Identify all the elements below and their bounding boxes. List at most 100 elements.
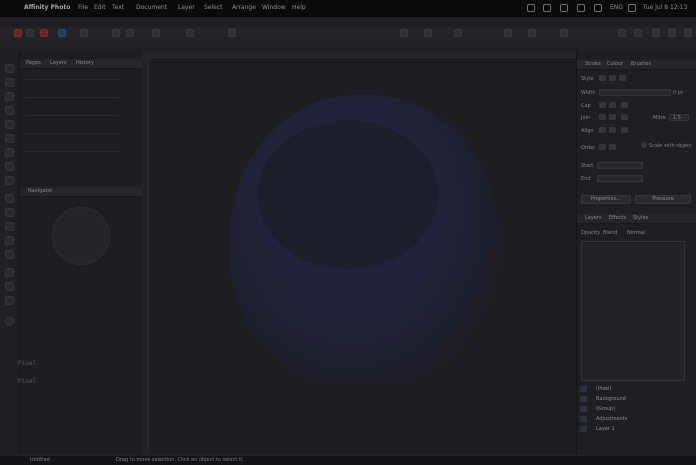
tab-layers[interactable]: Layers <box>50 60 67 66</box>
menu-clock[interactable]: Tue Jul 8 12:13 <box>643 4 687 11</box>
shape-tool-icon[interactable] <box>5 236 14 245</box>
text-tool-icon[interactable] <box>5 250 14 259</box>
toolbar-button-7[interactable] <box>424 29 432 37</box>
view-tool-icon[interactable] <box>5 78 14 87</box>
status-icon-b[interactable] <box>543 4 551 12</box>
stroke-none-icon[interactable] <box>599 75 606 81</box>
toolbar-button-5[interactable] <box>228 29 236 37</box>
tab-stroke[interactable]: Stroke <box>585 61 601 67</box>
toolbar-button-12[interactable] <box>618 29 626 37</box>
start-arrow-select[interactable] <box>597 162 643 169</box>
control-center-icon[interactable] <box>628 4 636 12</box>
status-icon-a[interactable] <box>527 4 535 12</box>
toolbar-button-3[interactable] <box>152 29 160 37</box>
join-bevel-icon[interactable] <box>621 114 628 120</box>
layer-row[interactable]: Background <box>580 396 680 403</box>
menu-help[interactable]: Help <box>292 4 306 11</box>
scale-with-object-checkbox[interactable] <box>641 142 647 148</box>
toolbar-button-10[interactable] <box>528 29 536 37</box>
wifi-icon[interactable] <box>594 4 602 12</box>
toolbar-button-13[interactable] <box>634 29 642 37</box>
menu-select[interactable]: Select <box>204 4 223 11</box>
persona-develop-button[interactable] <box>40 29 48 37</box>
layer-name: Background <box>596 396 626 402</box>
persona-export-button[interactable] <box>80 29 88 37</box>
status-document[interactable]: Untitled <box>30 457 50 463</box>
cap-butt-icon[interactable] <box>599 102 606 108</box>
tab-styles[interactable]: Styles <box>633 215 648 221</box>
toolbar-button-14[interactable] <box>652 29 660 37</box>
menu-document[interactable]: Document <box>136 4 167 11</box>
toolbar-button-8[interactable] <box>454 29 462 37</box>
align-inside-icon[interactable] <box>599 127 606 133</box>
dodge-tool-icon[interactable] <box>5 148 14 157</box>
menu-layer[interactable]: Layer <box>178 4 195 11</box>
toolbar-button-15[interactable] <box>668 29 676 37</box>
join-mitre-icon[interactable] <box>599 114 606 120</box>
layer-row[interactable]: Adjustments <box>580 416 680 423</box>
healing-tool-icon[interactable] <box>5 176 14 185</box>
toolbar-button-2[interactable] <box>126 29 134 37</box>
selection-brush-icon[interactable] <box>5 106 14 115</box>
toolbar-button-4[interactable] <box>186 29 194 37</box>
flood-select-icon[interactable] <box>5 120 14 129</box>
toolbar-button-6[interactable] <box>400 29 408 37</box>
pressure-button[interactable]: Pressure <box>635 195 691 204</box>
stroke-solid-icon[interactable] <box>609 75 616 81</box>
crop-tool-icon[interactable] <box>5 92 14 101</box>
pen-tool-icon[interactable] <box>5 222 14 231</box>
tab-pages[interactable]: Pages <box>26 60 41 66</box>
eyedropper-tool-icon[interactable] <box>5 296 14 305</box>
fill-tool-icon[interactable] <box>5 194 14 203</box>
persona-tone-button[interactable] <box>58 29 66 37</box>
status-hint: Drag to move selection. Click an object … <box>116 457 244 463</box>
order-back-icon[interactable] <box>609 144 616 150</box>
width-slider[interactable] <box>599 89 671 96</box>
paint-brush-icon[interactable] <box>5 134 14 143</box>
toolbar-button-11[interactable] <box>560 29 568 37</box>
align-center-icon[interactable] <box>609 127 616 133</box>
cap-square-icon[interactable] <box>621 102 628 108</box>
tab-layers-right[interactable]: Layers <box>585 215 602 221</box>
order-front-icon[interactable] <box>599 144 606 150</box>
tab-effects[interactable]: Effects <box>609 215 626 221</box>
cap-round-icon[interactable] <box>609 102 616 108</box>
input-source[interactable]: ENG <box>610 4 623 11</box>
end-arrow-select[interactable] <box>597 175 643 182</box>
gradient-tool-icon[interactable] <box>5 208 14 217</box>
move-tool-icon[interactable] <box>5 64 14 73</box>
clone-tool-icon[interactable] <box>5 162 14 171</box>
menu-edit[interactable]: Edit <box>94 4 106 11</box>
navigator-preview[interactable] <box>52 207 110 265</box>
zoom-tool-icon[interactable] <box>5 268 14 277</box>
layers-list[interactable] <box>581 241 685 381</box>
status-icon-c[interactable] <box>560 4 568 12</box>
persona-photo-button[interactable] <box>14 29 22 37</box>
menu-arrange[interactable]: Arrange <box>232 4 256 11</box>
menu-app-name[interactable]: Affinity Photo <box>24 4 70 11</box>
menu-window[interactable]: Window <box>262 4 286 11</box>
toolbar-button-16[interactable] <box>684 29 692 37</box>
menu-file[interactable]: File <box>78 4 88 11</box>
properties-button[interactable]: Properties... <box>581 195 631 204</box>
toolbar-button-1[interactable] <box>112 29 120 37</box>
blend-mode-value[interactable]: Normal <box>627 230 645 236</box>
navigator-tab[interactable]: Navigator <box>28 188 52 194</box>
colour-swatch-icon[interactable] <box>5 317 14 326</box>
mitre-field[interactable]: 1.5 <box>669 114 689 121</box>
menu-text[interactable]: Text <box>112 4 124 11</box>
layer-row[interactable]: Layer 1 <box>580 426 680 433</box>
width-value[interactable]: 0 pt <box>673 90 683 96</box>
tab-colour[interactable]: Colour <box>607 61 623 67</box>
layer-row[interactable]: (Pixel) <box>580 386 680 393</box>
tab-brushes[interactable]: Brushes <box>631 61 651 67</box>
tab-history[interactable]: History <box>76 60 94 66</box>
align-outside-icon[interactable] <box>621 127 628 133</box>
stroke-dash-icon[interactable] <box>619 75 626 81</box>
toolbar-button-9[interactable] <box>504 29 512 37</box>
status-icon-d[interactable] <box>577 4 585 12</box>
join-round-icon[interactable] <box>609 114 616 120</box>
persona-liquify-button[interactable] <box>26 29 34 37</box>
layer-row[interactable]: (Group) <box>580 406 680 413</box>
hand-tool-icon[interactable] <box>5 282 14 291</box>
